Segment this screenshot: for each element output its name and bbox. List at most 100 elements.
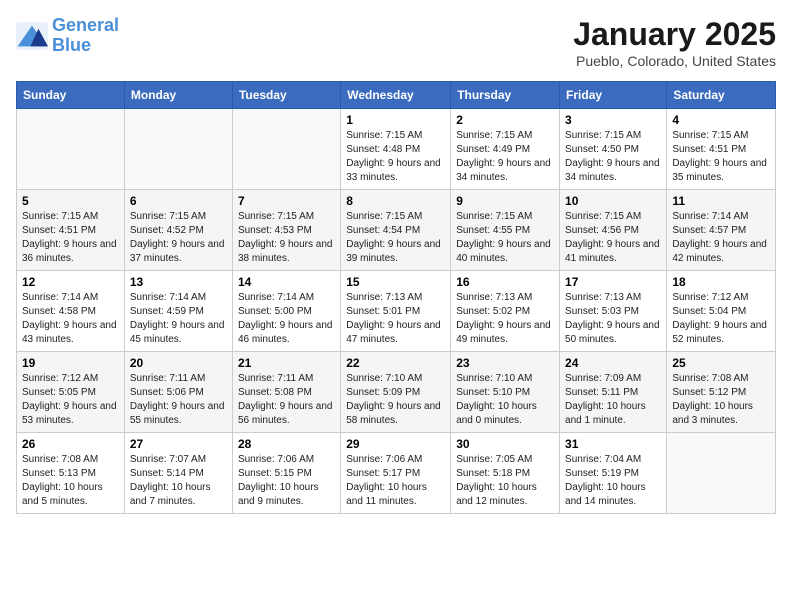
day-number: 21 xyxy=(238,356,335,370)
calendar-cell: 8 Sunrise: 7:15 AM Sunset: 4:54 PM Daylig… xyxy=(341,190,451,271)
week-row-1: 1 Sunrise: 7:15 AM Sunset: 4:48 PM Daylig… xyxy=(17,109,776,190)
weekday-wednesday: Wednesday xyxy=(341,82,451,109)
logo-icon xyxy=(16,22,48,50)
day-info: Sunrise: 7:14 AM Sunset: 4:59 PM Dayligh… xyxy=(130,291,227,347)
calendar-cell: 15Sunrise: 7:13 AM Sunset: 5:01 PM Dayli… xyxy=(341,271,451,352)
logo-text: General Blue xyxy=(52,16,119,56)
calendar-cell: 28Sunrise: 7:06 AM Sunset: 5:15 PM Dayli… xyxy=(232,433,340,514)
calendar-cell: 24 Sunrise: 7:09 AM Sunset: 5:11 PM Dayli… xyxy=(560,352,667,433)
day-number: 1 xyxy=(346,113,445,127)
calendar-cell: 18Sunrise: 7:12 AM Sunset: 5:04 PM Dayli… xyxy=(667,271,776,352)
day-number: 5 xyxy=(22,194,119,208)
page-header: General Blue January 2025 Pueblo, Colora… xyxy=(16,16,776,69)
week-row-3: 12 Sunrise: 7:14 AM Sunset: 4:58 PM Dayli… xyxy=(17,271,776,352)
calendar-cell: 16Sunrise: 7:13 AM Sunset: 5:02 PM Dayli… xyxy=(451,271,560,352)
calendar-header: SundayMondayTuesdayWednesdayThursdayFrid… xyxy=(17,82,776,109)
day-number: 6 xyxy=(130,194,227,208)
day-info: Sunrise: 7:15 AM Sunset: 4:48 PM Dayligh… xyxy=(346,129,445,185)
day-number: 20 xyxy=(130,356,227,370)
day-info: Sunrise: 7:11 AM Sunset: 5:06 PM Dayligh… xyxy=(130,372,227,428)
calendar-body: 1 Sunrise: 7:15 AM Sunset: 4:48 PM Daylig… xyxy=(17,109,776,514)
day-info: Sunrise: 7:15 AM Sunset: 4:50 PM Dayligh… xyxy=(565,129,661,185)
calendar-cell: 21Sunrise: 7:11 AM Sunset: 5:08 PM Dayli… xyxy=(232,352,340,433)
day-info: Sunrise: 7:14 AM Sunset: 5:00 PM Dayligh… xyxy=(238,291,335,347)
weekday-monday: Monday xyxy=(124,82,232,109)
calendar-cell: 11 Sunrise: 7:14 AM Sunset: 4:57 PM Dayli… xyxy=(667,190,776,271)
day-number: 13 xyxy=(130,275,227,289)
calendar-cell: 31Sunrise: 7:04 AM Sunset: 5:19 PM Dayli… xyxy=(560,433,667,514)
day-info: Sunrise: 7:12 AM Sunset: 5:04 PM Dayligh… xyxy=(672,291,770,347)
day-info: Sunrise: 7:09 AM Sunset: 5:11 PM Dayligh… xyxy=(565,372,661,428)
logo: General Blue xyxy=(16,16,119,56)
day-info: Sunrise: 7:10 AM Sunset: 5:09 PM Dayligh… xyxy=(346,372,445,428)
calendar-cell: 3 Sunrise: 7:15 AM Sunset: 4:50 PM Daylig… xyxy=(560,109,667,190)
calendar-cell: 9Sunrise: 7:15 AM Sunset: 4:55 PM Daylig… xyxy=(451,190,560,271)
day-number: 23 xyxy=(456,356,554,370)
calendar-table: SundayMondayTuesdayWednesdayThursdayFrid… xyxy=(16,81,776,514)
day-number: 8 xyxy=(346,194,445,208)
day-info: Sunrise: 7:13 AM Sunset: 5:03 PM Dayligh… xyxy=(565,291,661,347)
weekday-friday: Friday xyxy=(560,82,667,109)
calendar-cell: 4Sunrise: 7:15 AM Sunset: 4:51 PM Daylig… xyxy=(667,109,776,190)
day-info: Sunrise: 7:06 AM Sunset: 5:15 PM Dayligh… xyxy=(238,453,335,509)
day-info: Sunrise: 7:08 AM Sunset: 5:12 PM Dayligh… xyxy=(672,372,770,428)
day-number: 27 xyxy=(130,437,227,451)
day-number: 19 xyxy=(22,356,119,370)
day-info: Sunrise: 7:15 AM Sunset: 4:51 PM Dayligh… xyxy=(672,129,770,185)
day-info: Sunrise: 7:06 AM Sunset: 5:17 PM Dayligh… xyxy=(346,453,445,509)
weekday-header-row: SundayMondayTuesdayWednesdayThursdayFrid… xyxy=(17,82,776,109)
day-number: 11 xyxy=(672,194,770,208)
calendar-cell: 6Sunrise: 7:15 AM Sunset: 4:52 PM Daylig… xyxy=(124,190,232,271)
calendar-cell: 12 Sunrise: 7:14 AM Sunset: 4:58 PM Dayli… xyxy=(17,271,125,352)
calendar-cell: 14 Sunrise: 7:14 AM Sunset: 5:00 PM Dayli… xyxy=(232,271,340,352)
day-info: Sunrise: 7:14 AM Sunset: 4:57 PM Dayligh… xyxy=(672,210,770,266)
calendar-cell: 26 Sunrise: 7:08 AM Sunset: 5:13 PM Dayli… xyxy=(17,433,125,514)
day-number: 15 xyxy=(346,275,445,289)
calendar-cell: 17 Sunrise: 7:13 AM Sunset: 5:03 PM Dayli… xyxy=(560,271,667,352)
day-number: 17 xyxy=(565,275,661,289)
day-number: 3 xyxy=(565,113,661,127)
day-number: 26 xyxy=(22,437,119,451)
weekday-sunday: Sunday xyxy=(17,82,125,109)
day-info: Sunrise: 7:07 AM Sunset: 5:14 PM Dayligh… xyxy=(130,453,227,509)
calendar-cell: 1 Sunrise: 7:15 AM Sunset: 4:48 PM Daylig… xyxy=(341,109,451,190)
week-row-5: 26 Sunrise: 7:08 AM Sunset: 5:13 PM Dayli… xyxy=(17,433,776,514)
day-info: Sunrise: 7:04 AM Sunset: 5:19 PM Dayligh… xyxy=(565,453,661,509)
calendar-cell: 5Sunrise: 7:15 AM Sunset: 4:51 PM Daylig… xyxy=(17,190,125,271)
week-row-2: 5Sunrise: 7:15 AM Sunset: 4:51 PM Daylig… xyxy=(17,190,776,271)
day-number: 14 xyxy=(238,275,335,289)
day-number: 2 xyxy=(456,113,554,127)
calendar-cell: 27 Sunrise: 7:07 AM Sunset: 5:14 PM Dayli… xyxy=(124,433,232,514)
calendar-cell xyxy=(667,433,776,514)
calendar-cell: 25Sunrise: 7:08 AM Sunset: 5:12 PM Dayli… xyxy=(667,352,776,433)
calendar-cell: 22 Sunrise: 7:10 AM Sunset: 5:09 PM Dayli… xyxy=(341,352,451,433)
logo-blue: Blue xyxy=(52,35,91,55)
calendar-cell: 19 Sunrise: 7:12 AM Sunset: 5:05 PM Dayli… xyxy=(17,352,125,433)
weekday-saturday: Saturday xyxy=(667,82,776,109)
weekday-thursday: Thursday xyxy=(451,82,560,109)
title-area: January 2025 Pueblo, Colorado, United St… xyxy=(573,16,776,69)
calendar-cell: 29 Sunrise: 7:06 AM Sunset: 5:17 PM Dayli… xyxy=(341,433,451,514)
day-info: Sunrise: 7:12 AM Sunset: 5:05 PM Dayligh… xyxy=(22,372,119,428)
day-info: Sunrise: 7:05 AM Sunset: 5:18 PM Dayligh… xyxy=(456,453,554,509)
calendar-cell xyxy=(17,109,125,190)
day-number: 30 xyxy=(456,437,554,451)
day-info: Sunrise: 7:15 AM Sunset: 4:55 PM Dayligh… xyxy=(456,210,554,266)
day-info: Sunrise: 7:15 AM Sunset: 4:56 PM Dayligh… xyxy=(565,210,661,266)
location-title: Pueblo, Colorado, United States xyxy=(573,53,776,69)
day-number: 24 xyxy=(565,356,661,370)
day-number: 12 xyxy=(22,275,119,289)
day-number: 29 xyxy=(346,437,445,451)
week-row-4: 19 Sunrise: 7:12 AM Sunset: 5:05 PM Dayli… xyxy=(17,352,776,433)
day-info: Sunrise: 7:13 AM Sunset: 5:02 PM Dayligh… xyxy=(456,291,554,347)
calendar-cell: 23Sunrise: 7:10 AM Sunset: 5:10 PM Dayli… xyxy=(451,352,560,433)
day-info: Sunrise: 7:15 AM Sunset: 4:49 PM Dayligh… xyxy=(456,129,554,185)
day-info: Sunrise: 7:15 AM Sunset: 4:54 PM Dayligh… xyxy=(346,210,445,266)
calendar-cell xyxy=(232,109,340,190)
day-info: Sunrise: 7:08 AM Sunset: 5:13 PM Dayligh… xyxy=(22,453,119,509)
day-number: 22 xyxy=(346,356,445,370)
day-info: Sunrise: 7:14 AM Sunset: 4:58 PM Dayligh… xyxy=(22,291,119,347)
calendar-cell: 10 Sunrise: 7:15 AM Sunset: 4:56 PM Dayli… xyxy=(560,190,667,271)
calendar-cell: 30 Sunrise: 7:05 AM Sunset: 5:18 PM Dayli… xyxy=(451,433,560,514)
day-number: 10 xyxy=(565,194,661,208)
